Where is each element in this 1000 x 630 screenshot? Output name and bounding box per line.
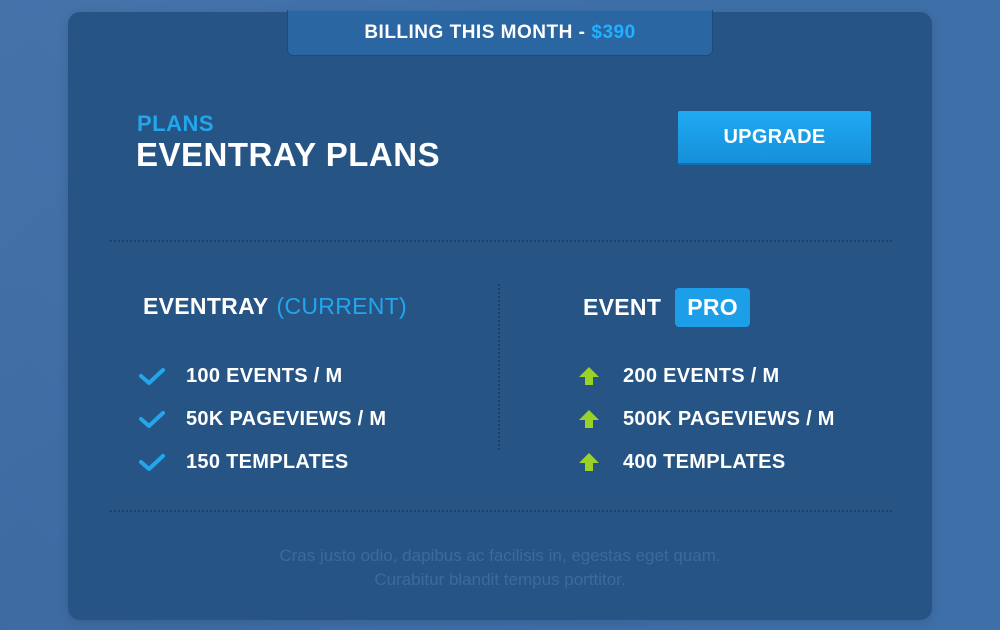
upgrade-button[interactable]: UPGRADE xyxy=(678,111,871,165)
feature-label: 100 EVENTS / M xyxy=(186,364,343,387)
billing-label: BILLING THIS MONTH - xyxy=(364,21,586,43)
section-kicker: PLANS xyxy=(137,111,215,136)
feature-label: 200 EVENTS / M xyxy=(623,364,780,387)
pro-badge: PRO xyxy=(675,288,750,327)
list-item: 150 TEMPLATES xyxy=(139,448,386,476)
footer-line-2: Curabitur blandit tempus porttitor. xyxy=(374,570,626,589)
list-item: 400 TEMPLATES xyxy=(576,448,835,476)
billing-amount: $390 xyxy=(591,21,636,43)
check-icon xyxy=(139,408,165,430)
footer-line-1: Cras justo odio, dapibus ac facilisis in… xyxy=(279,546,721,565)
arrow-up-icon xyxy=(576,408,602,430)
check-icon xyxy=(139,365,165,387)
pro-plan-name: EVENT xyxy=(583,294,662,320)
divider-top xyxy=(110,240,892,242)
list-item: 100 EVENTS / M xyxy=(139,362,386,390)
pro-plan-features: 200 EVENTS / M 500K PAGEVIEWS / M 400 TE… xyxy=(576,362,835,491)
list-item: 500K PAGEVIEWS / M xyxy=(576,405,835,433)
arrow-up-icon xyxy=(576,365,602,387)
billing-summary: BILLING THIS MONTH - $390 xyxy=(287,10,713,56)
feature-label: 150 TEMPLATES xyxy=(186,450,349,473)
pro-plan-title: EVENT PRO xyxy=(583,288,750,327)
current-plan-tag: (CURRENT) xyxy=(276,293,407,319)
feature-label: 500K PAGEVIEWS / M xyxy=(623,407,835,430)
check-icon xyxy=(139,451,165,473)
current-plan-name: EVENTRAY xyxy=(143,293,269,319)
list-item: 50K PAGEVIEWS / M xyxy=(139,405,386,433)
footer-note: Cras justo odio, dapibus ac facilisis in… xyxy=(200,544,800,592)
feature-label: 400 TEMPLATES xyxy=(623,450,786,473)
current-plan-title: EVENTRAY (CURRENT) xyxy=(143,293,407,320)
feature-label: 50K PAGEVIEWS / M xyxy=(186,407,387,430)
divider-columns xyxy=(498,284,500,450)
current-plan-features: 100 EVENTS / M 50K PAGEVIEWS / M 150 TEM… xyxy=(139,362,386,491)
divider-bottom xyxy=(110,510,892,512)
arrow-up-icon xyxy=(576,451,602,473)
page-title: EVENTRAY PLANS xyxy=(136,136,441,173)
list-item: 200 EVENTS / M xyxy=(576,362,835,390)
